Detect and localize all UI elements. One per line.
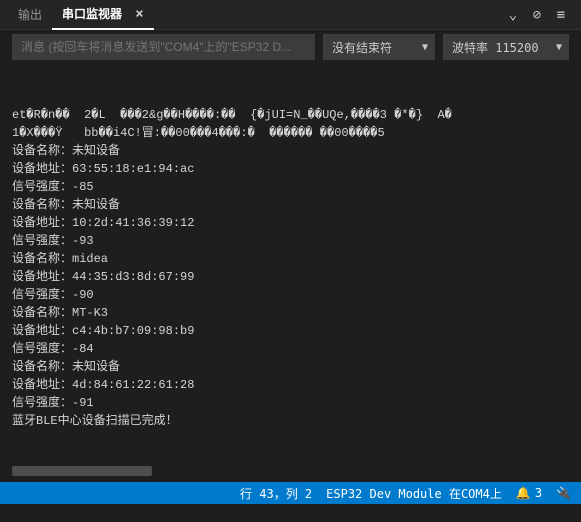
console-line: 蓝牙BLE中心设备扫描已完成！ — [12, 412, 569, 430]
chevron-down-icon[interactable]: ⌄ — [501, 7, 525, 23]
console-line: et�R�n�� 2�L ���2&g��H����:�� {�jUI=N_��… — [12, 106, 569, 124]
caret-down-icon: ▼ — [416, 42, 428, 53]
tab-serial-monitor[interactable]: 串口监视器 × — [52, 0, 154, 30]
console-line: 设备地址：63:55:18:e1:94:ac — [12, 160, 569, 178]
console-line: 设备地址：c4:4b:b7:09:98:b9 — [12, 322, 569, 340]
baud-rate-label: 波特率 115200 — [452, 39, 539, 56]
baud-rate-select[interactable]: 波特率 115200 ▼ — [443, 34, 569, 60]
console-line: 信号强度：-91 — [12, 394, 569, 412]
tab-output-label: 输出 — [18, 8, 42, 22]
console-line: 设备地址：10:2d:41:36:39:12 — [12, 214, 569, 232]
horizontal-scrollbar[interactable] — [12, 466, 152, 476]
clear-icon[interactable]: ⊘ — [525, 7, 549, 23]
menu-icon[interactable]: ≡ — [549, 7, 573, 23]
console-line: 设备名称：未知设备 — [12, 358, 569, 376]
serial-console: et�R�n�� 2�L ���2&g��H����:�� {�jUI=N_��… — [0, 64, 581, 482]
cursor-position[interactable]: 行 43，列 2 — [240, 485, 312, 502]
tab-output[interactable]: 输出 — [8, 0, 52, 29]
console-line: 信号强度：-93 — [12, 232, 569, 250]
board-info[interactable]: ESP32 Dev Module 在COM4上 — [326, 485, 502, 502]
console-line: 1�X���Ÿ bb��i4C!冒:��00���4���:� ������ �… — [12, 124, 569, 142]
caret-down-icon: ▼ — [550, 42, 562, 53]
console-line: 信号强度：-90 — [12, 286, 569, 304]
message-input[interactable] — [12, 34, 315, 60]
console-line: 信号强度：-84 — [12, 340, 569, 358]
bell-icon: 🔔 — [516, 486, 531, 500]
line-ending-select[interactable]: 没有结束符 ▼ — [323, 34, 435, 60]
console-line: 设备名称：未知设备 — [12, 196, 569, 214]
plug-icon: 🔌 — [556, 486, 571, 500]
console-line: 设备名称：midea — [12, 250, 569, 268]
console-line: 设备地址：44:35:d3:8d:67:99 — [12, 268, 569, 286]
console-line: 信号强度：-85 — [12, 178, 569, 196]
status-bar: 行 43，列 2 ESP32 Dev Module 在COM4上 🔔 3 🔌 — [0, 482, 581, 504]
tab-serial-monitor-label: 串口监视器 — [62, 7, 122, 21]
connection-status[interactable]: 🔌 — [556, 486, 571, 500]
line-ending-label: 没有结束符 — [332, 39, 392, 56]
notifications[interactable]: 🔔 3 — [516, 486, 542, 500]
tab-bar: 输出 串口监视器 × ⌄ ⊘ ≡ — [0, 0, 581, 30]
toolbar: 没有结束符 ▼ 波特率 115200 ▼ — [0, 30, 581, 64]
console-line: 设备名称：MT-K3 — [12, 304, 569, 322]
console-line: 设备地址：4d:84:61:22:61:28 — [12, 376, 569, 394]
console-line: 设备名称：未知设备 — [12, 142, 569, 160]
close-icon[interactable]: × — [135, 6, 143, 22]
